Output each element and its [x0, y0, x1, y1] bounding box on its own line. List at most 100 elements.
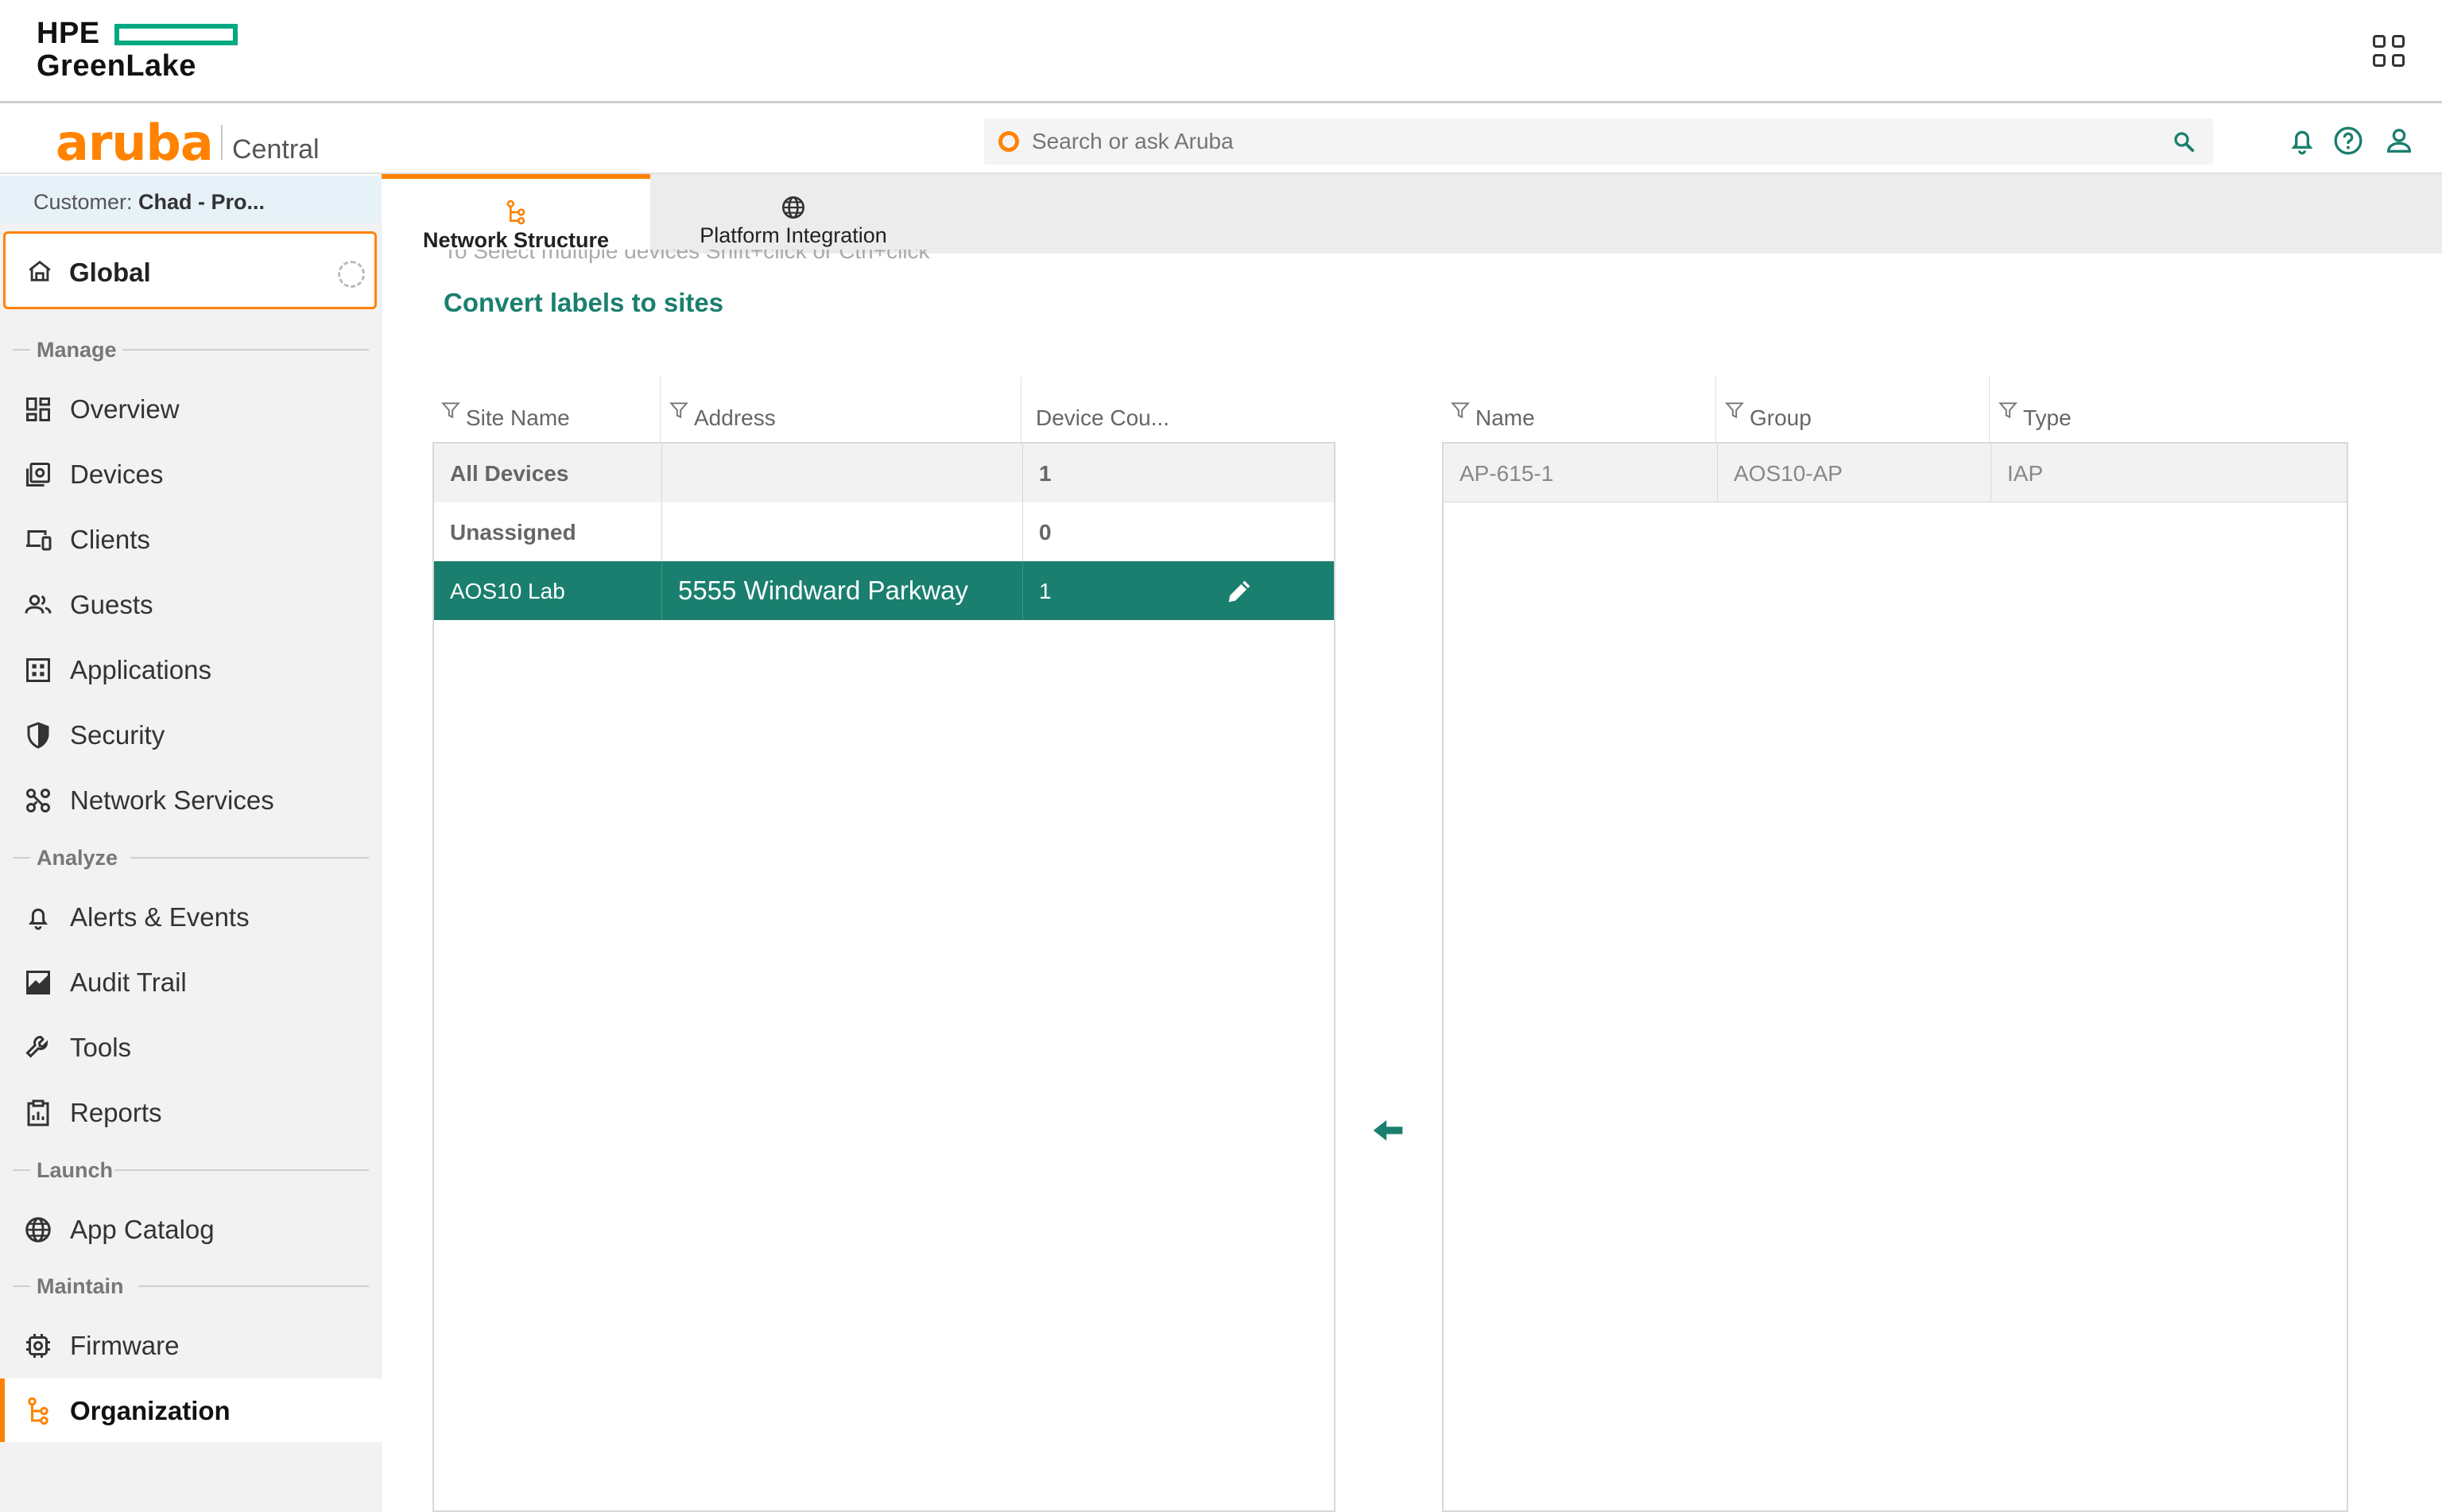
devices-table-header: Name Group Type [1442, 377, 2348, 442]
sidebar-item-label: Alerts & Events [70, 902, 250, 932]
filter-icon[interactable] [440, 399, 461, 421]
cell-type: IAP [1990, 444, 2347, 502]
move-to-site-arrow-icon[interactable] [1369, 1113, 1407, 1148]
hpe-greenlake-logo[interactable]: HPE GreenLake [37, 17, 238, 83]
convert-labels-link[interactable]: Convert labels to sites [444, 288, 723, 318]
sidebar-item-label: Devices [70, 459, 164, 489]
filter-icon[interactable] [1450, 399, 1471, 421]
sidebar-item-applications[interactable]: Applications [0, 638, 382, 701]
sidebar-item-security[interactable]: Security [0, 703, 382, 766]
wrench-icon [25, 1035, 48, 1058]
organization-tree-icon [28, 1397, 48, 1425]
sidebar-item-label: Clients [70, 525, 150, 554]
product-name: Central [232, 134, 320, 165]
column-label: Site Name [466, 405, 570, 430]
tab-network-structure[interactable]: Network Structure [382, 174, 650, 254]
column-label: Address [694, 405, 776, 430]
sidebar-item-label: Firmware [70, 1331, 180, 1360]
devices-icon [26, 463, 50, 487]
help-icon[interactable] [2332, 125, 2364, 157]
cell-address [661, 502, 1022, 561]
home-icon [29, 260, 51, 281]
column-type[interactable]: Type [1989, 377, 2348, 442]
scope-selector[interactable]: Global [3, 231, 377, 309]
cell-device-count: 0 [1022, 502, 1334, 561]
column-group[interactable]: Group [1715, 377, 1989, 442]
sites-table: Site Name Address Device Cou... All Devi… [432, 377, 1335, 1512]
section-label: Maintain [37, 1274, 124, 1298]
hint-text: To Select multiple devices Shift+click o… [444, 250, 930, 263]
sidebar-item-app-catalog[interactable]: App Catalog [0, 1197, 382, 1261]
column-address[interactable]: Address [660, 377, 1021, 442]
column-site-name[interactable]: Site Name [432, 377, 660, 442]
filter-icon[interactable] [669, 399, 689, 421]
sidebar-item-guests[interactable]: Guests [0, 572, 382, 636]
reports-icon [27, 1099, 49, 1126]
sidebar-item-label: Organization [70, 1396, 231, 1425]
sidebar-item-label: Guests [70, 590, 153, 619]
logo-divider [221, 125, 223, 160]
customer-prefix: Customer: [33, 190, 139, 214]
column-device-count[interactable]: Device Cou... [1021, 377, 1335, 442]
aruba-assistant-icon [998, 131, 1019, 152]
tab-platform-integration[interactable]: Platform Integration [650, 174, 936, 254]
devices-table: Name Group Type AP-615-1 AOS10-AP IAP [1442, 377, 2348, 1512]
sidebar-item-network-services[interactable]: Network Services [0, 768, 382, 832]
search-icon[interactable] [2172, 130, 2196, 153]
customer-label[interactable]: Customer: Chad - Pro... [0, 176, 382, 223]
sites-table-header: Site Name Address Device Cou... [432, 377, 1335, 442]
cell-site-name: Unassigned [450, 520, 576, 545]
sidebar-item-label: Reports [70, 1098, 162, 1127]
sidebar-item-devices[interactable]: Devices [0, 442, 382, 506]
sidebar-item-clients[interactable]: Clients [0, 507, 382, 571]
bell-icon [28, 908, 48, 930]
filter-icon[interactable] [1998, 399, 2018, 421]
overview-grid-icon [26, 397, 50, 421]
tab-bar: Network Structure Platform Integration [382, 174, 2442, 254]
sidebar-item-label: App Catalog [70, 1215, 215, 1244]
table-row[interactable]: All Devices 1 [434, 444, 1334, 502]
search-input[interactable] [1032, 129, 2145, 154]
cell-group: AOS10-AP [1717, 444, 1990, 502]
column-label: Device Cou... [1036, 405, 1170, 430]
sidebar-item-reports[interactable]: Reports [0, 1080, 382, 1144]
search-bar[interactable] [984, 118, 2213, 165]
sidebar-item-firmware[interactable]: Firmware [0, 1313, 382, 1377]
cell-address [661, 444, 1022, 502]
cell-name: AP-615-1 [1459, 461, 1554, 486]
clients-icon [26, 530, 52, 551]
scope-label: Global [69, 258, 151, 287]
cell-site-name: All Devices [450, 461, 569, 486]
table-row-selected[interactable]: AOS10 Lab 5555 Windward Parkway 1 [434, 561, 1334, 620]
devices-table-body: AP-615-1 AOS10-AP IAP [1442, 442, 2348, 1512]
column-label: Type [2023, 405, 2072, 430]
sidebar-item-label: Audit Trail [70, 967, 187, 997]
section-label: Analyze [37, 846, 118, 870]
column-name[interactable]: Name [1442, 377, 1715, 442]
sidebar-item-audit-trail[interactable]: Audit Trail [0, 950, 382, 1014]
sidebar-item-overview[interactable]: Overview [0, 377, 382, 440]
section-label: Launch [37, 1158, 114, 1182]
aruba-logo[interactable]: aruba [56, 114, 214, 172]
sidebar-item-organization[interactable]: Organization [0, 1378, 382, 1442]
bell-icon[interactable] [2286, 125, 2318, 157]
sidebar-item-label: Overview [70, 394, 180, 424]
table-row[interactable]: Unassigned 0 [434, 502, 1334, 561]
table-row[interactable]: AP-615-1 AOS10-AP IAP [1444, 444, 2347, 502]
filter-icon[interactable] [1724, 399, 1745, 421]
section-label: Manage [37, 338, 117, 362]
apps-grid-icon[interactable] [2373, 35, 2406, 68]
cell-device-count: 1 [1022, 444, 1334, 502]
sidebar: Customer: Chad - Pro... Global Manage Ov… [0, 176, 382, 1512]
loading-spinner-icon [338, 261, 365, 288]
sidebar-item-alerts-events[interactable]: Alerts & Events [0, 885, 382, 948]
sidebar-item-label: Network Services [70, 785, 274, 815]
tab-label: Platform Integration [700, 223, 887, 247]
section-launch: Launch [13, 1158, 369, 1182]
user-icon[interactable] [2383, 125, 2415, 157]
guests-icon [25, 595, 52, 614]
edit-pencil-icon[interactable] [1223, 576, 1255, 607]
cell-device-count: 1 [1039, 579, 1052, 603]
globe-icon [25, 1217, 51, 1243]
sidebar-item-tools[interactable]: Tools [0, 1015, 382, 1079]
